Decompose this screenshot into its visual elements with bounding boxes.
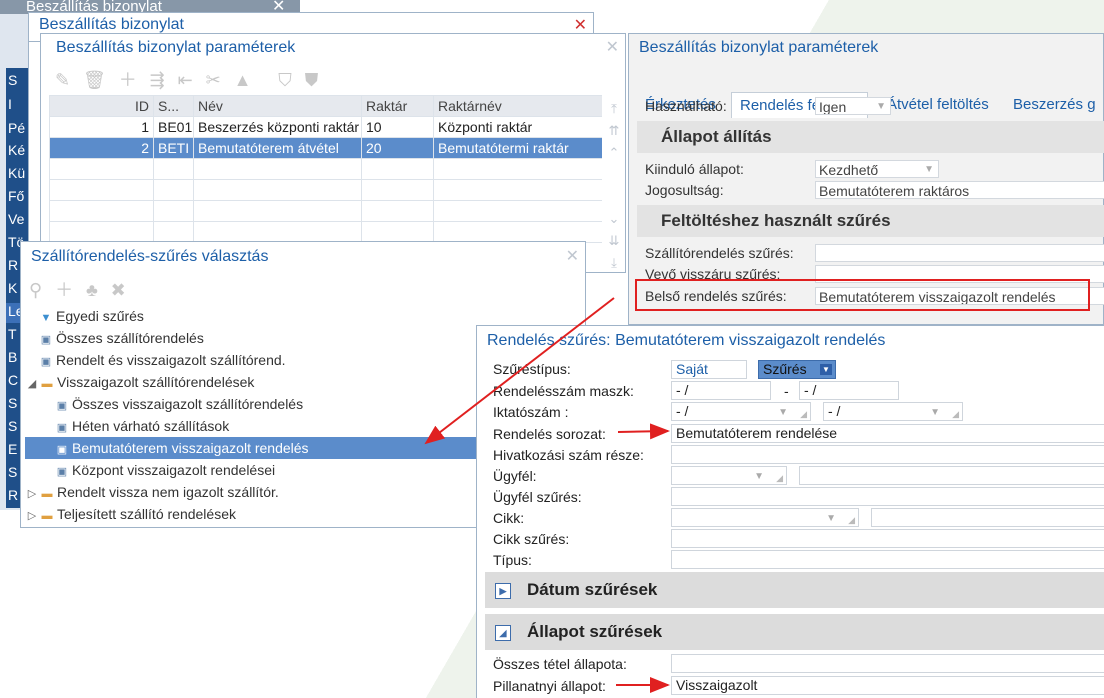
annotation-arrows — [424, 297, 670, 693]
arrow-sorozat — [617, 423, 670, 440]
arrow-tree-to-field — [424, 297, 615, 445]
